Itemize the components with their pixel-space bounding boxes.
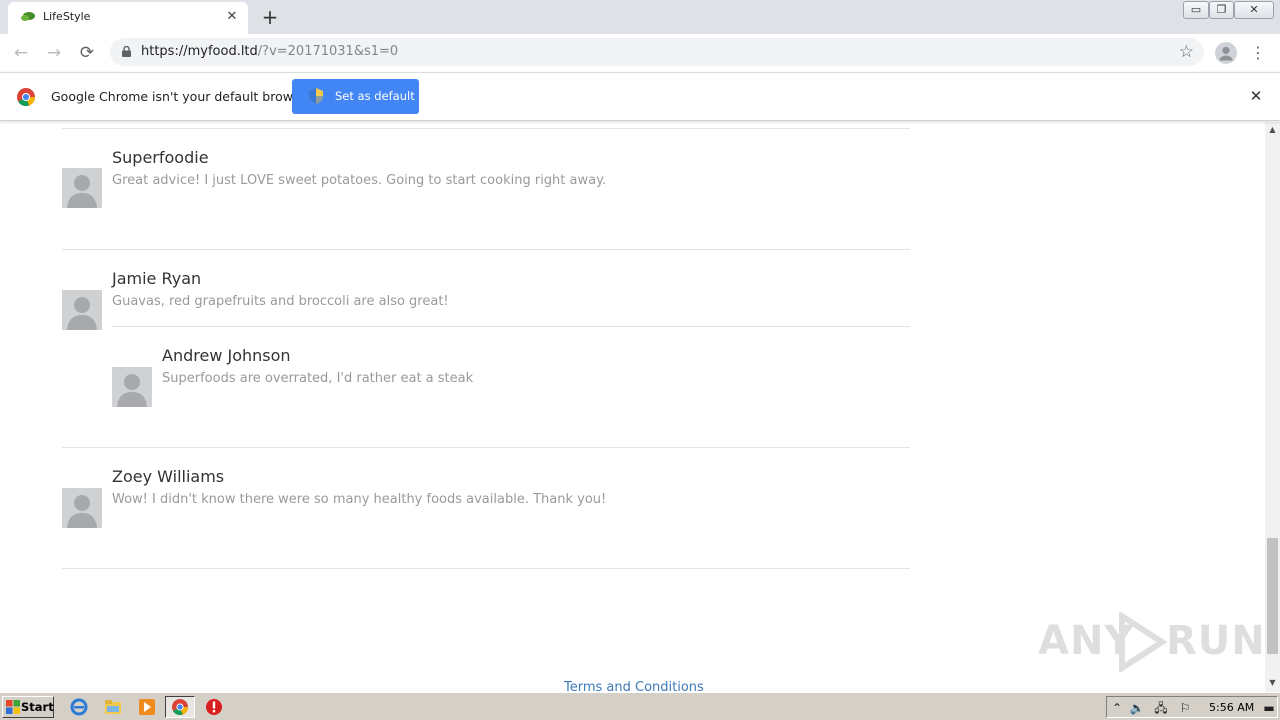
default-avatar-icon (117, 374, 147, 407)
scroll-down-arrow-icon[interactable]: ▼ (1265, 675, 1280, 690)
taskbar-chrome-button[interactable] (165, 696, 195, 718)
tab-title: LifeStyle (43, 10, 91, 23)
window-minimize-button[interactable]: ▭ (1183, 1, 1209, 19)
tab-strip: LifeStyle ✕ + ▭ ❐ ✕ (0, 0, 1280, 34)
watermark-text-right: RUN (1166, 618, 1265, 664)
infobar-close-icon[interactable]: ✕ (1248, 88, 1264, 104)
set-as-default-button[interactable]: Set as default (292, 79, 419, 114)
divider (62, 128, 910, 129)
file-explorer-icon[interactable] (104, 698, 122, 716)
vertical-scrollbar[interactable]: ▲ ▼ (1265, 122, 1280, 692)
profile-avatar-icon[interactable] (1215, 42, 1237, 64)
page-content: Superfoodie Great advice! I just LOVE sw… (0, 122, 1265, 692)
comment-author: Superfoodie (112, 148, 209, 167)
comment-author: Jamie Ryan (112, 269, 202, 288)
tab-lifestyle[interactable]: LifeStyle ✕ (8, 2, 248, 34)
avatar (62, 168, 102, 208)
media-player-icon[interactable] (138, 698, 156, 716)
tab-close-icon[interactable]: ✕ (224, 9, 240, 25)
url-path: /?v=20171031&s1=0 (257, 44, 399, 59)
window-close-button[interactable]: ✕ (1234, 1, 1274, 19)
set-as-default-label: Set as default (335, 89, 415, 103)
divider (112, 326, 910, 327)
new-tab-button[interactable]: + (259, 6, 281, 28)
windows-taskbar: Start ⌃ 🔈 🖧 ⚐ 5:56 AM ▬ (0, 692, 1280, 720)
default-avatar-icon (67, 297, 97, 330)
default-browser-infobar: Google Chrome isn't your default browser… (0, 72, 1280, 121)
start-button[interactable]: Start (2, 696, 54, 718)
url-text: https://myfood.ltd/?v=20171031&s1=0 (141, 44, 398, 59)
leaf-favicon-icon (21, 12, 35, 21)
address-bar[interactable]: https://myfood.ltd/?v=20171031&s1=0 ☆ (110, 38, 1204, 66)
comment-text: Great advice! I just LOVE sweet potatoes… (112, 173, 607, 188)
system-tray: ⌃ 🔈 🖧 ⚐ 5:56 AM ▬ (1106, 696, 1278, 718)
play-logo-icon (1119, 612, 1168, 672)
bookmark-star-icon[interactable]: ☆ (1179, 42, 1194, 62)
divider (62, 249, 910, 250)
back-button[interactable]: ← (10, 42, 32, 64)
chrome-taskbar-icon (172, 699, 188, 715)
scrollbar-thumb[interactable] (1267, 538, 1278, 654)
default-avatar-icon (67, 175, 97, 208)
browser-menu-icon[interactable]: ⋮ (1250, 42, 1266, 64)
network-icon[interactable]: 🖧 (1153, 700, 1169, 716)
url-host: https://myfood.ltd (141, 44, 258, 59)
divider (62, 447, 910, 448)
volume-icon[interactable]: 🔈 (1129, 700, 1145, 716)
close-icon: ✕ (1249, 3, 1259, 16)
anyrun-watermark: ANY RUN (1038, 612, 1265, 672)
windows-flag-icon (6, 700, 20, 714)
scroll-up-arrow-icon[interactable]: ▲ (1265, 122, 1280, 137)
comment-text: Superfoods are overrated, I'd rather eat… (162, 371, 474, 386)
window-restore-button[interactable]: ❐ (1209, 1, 1234, 19)
forward-button[interactable]: → (43, 42, 65, 64)
avatar (112, 367, 152, 407)
minimize-icon: ▭ (1190, 3, 1202, 16)
show-hidden-icons-icon[interactable]: ⌃ (1109, 700, 1125, 716)
lock-icon (122, 46, 131, 57)
comment-author: Zoey Williams (112, 467, 225, 486)
stop-sign-icon[interactable] (205, 698, 223, 716)
action-center-flag-icon[interactable]: ⚐ (1177, 700, 1193, 716)
divider (62, 568, 910, 569)
person-icon (1219, 46, 1233, 61)
restore-icon: ❐ (1216, 3, 1227, 16)
screen: LifeStyle ✕ + ▭ ❐ ✕ ← → ⟳ https://myfood… (0, 0, 1280, 720)
avatar (62, 290, 102, 330)
comment-text: Wow! I didn't know there were so many he… (112, 492, 607, 507)
internet-explorer-icon[interactable] (70, 698, 88, 716)
browser-toolbar: ← → ⟳ https://myfood.ltd/?v=20171031&s1=… (0, 34, 1280, 72)
reload-button[interactable]: ⟳ (76, 42, 98, 64)
taskbar-clock[interactable]: 5:56 AM (1209, 701, 1254, 714)
comment-author: Andrew Johnson (162, 346, 291, 365)
default-avatar-icon (67, 495, 97, 528)
terms-link[interactable]: Terms and Conditions (564, 680, 704, 692)
chrome-logo-icon (17, 88, 35, 106)
avatar (62, 488, 102, 528)
start-label: Start (21, 700, 54, 714)
comment-text: Guavas, red grapefruits and broccoli are… (112, 294, 449, 309)
show-desktop-icon[interactable]: ▬ (1261, 700, 1277, 716)
infobar-message: Google Chrome isn't your default browser (51, 89, 313, 104)
uac-shield-icon (309, 88, 323, 104)
